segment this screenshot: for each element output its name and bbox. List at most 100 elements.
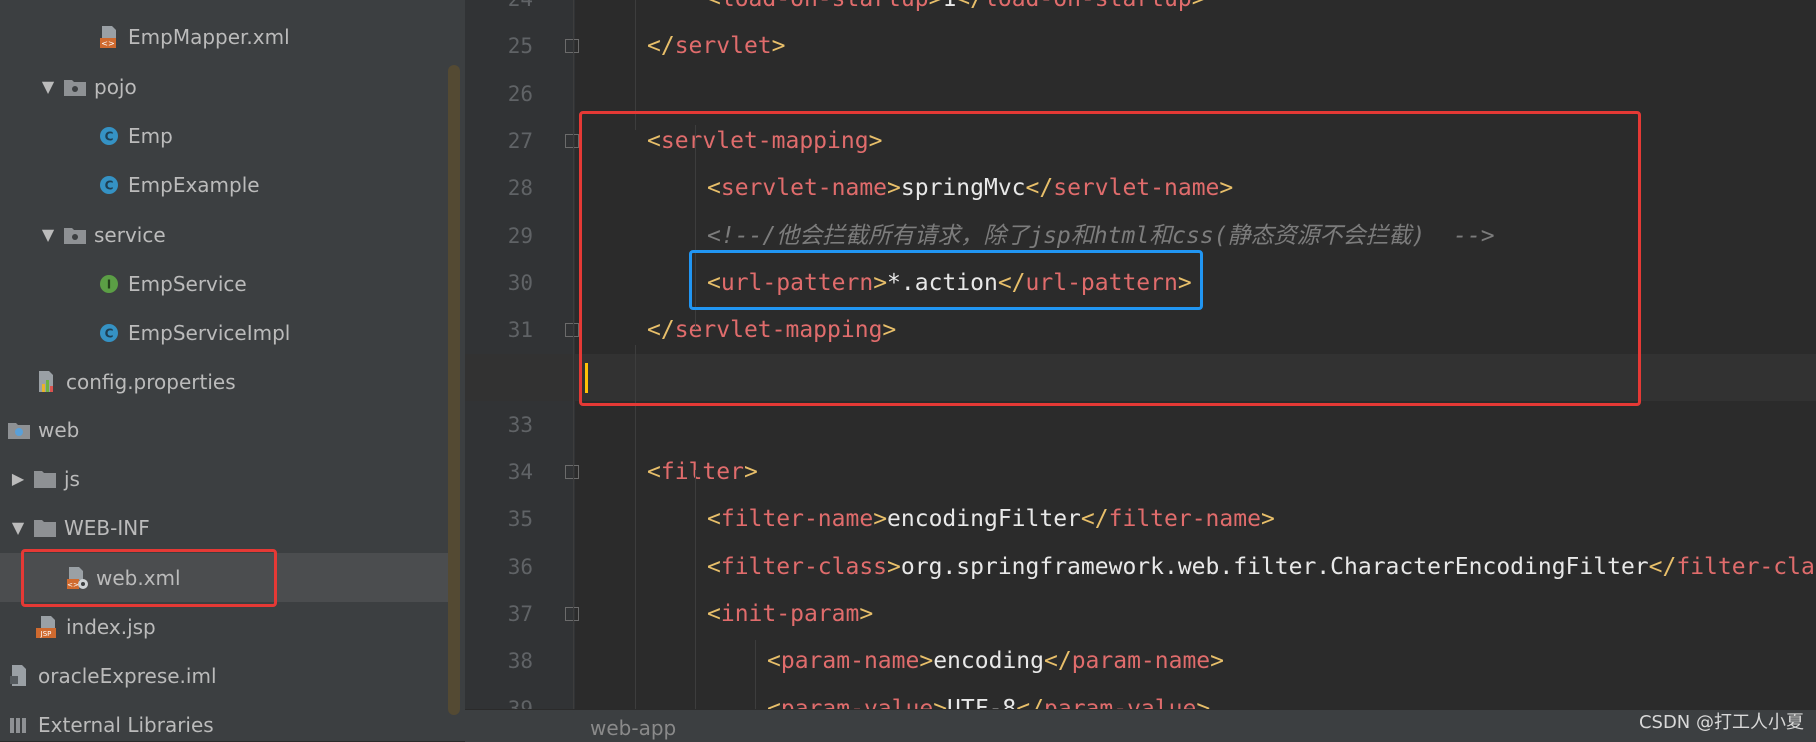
- expanded-arrow-icon[interactable]: ▼: [38, 225, 58, 244]
- tree-item-external-libraries[interactable]: External Libraries: [0, 700, 455, 741]
- xml-text: encodingFilter: [887, 506, 1081, 533]
- folder-icon: [32, 515, 58, 541]
- xml-bracket: >: [929, 0, 943, 12]
- tree-item-web-inf[interactable]: ▼ WEB-INF: [0, 503, 455, 552]
- tree-item-label: WEB-INF: [64, 515, 150, 540]
- xml-bracket: <: [647, 459, 661, 485]
- code-line-37[interactable]: <init-param>: [465, 591, 1816, 638]
- editor-breadcrumb-bar: web-app: [465, 709, 1816, 742]
- svg-text:<>: <>: [101, 39, 114, 48]
- tree-item-label: EmpExample: [128, 172, 260, 197]
- xml-tag-name: servlet: [674, 33, 772, 60]
- code-line-25[interactable]: </servlet>: [465, 23, 1816, 70]
- interface-icon: I: [96, 271, 122, 297]
- tree-item-label: EmpMapper.xml: [128, 24, 290, 49]
- collapsed-arrow-icon[interactable]: ▶: [8, 469, 28, 488]
- xml-bracket: <: [707, 0, 721, 12]
- xml-tag-name: init-param: [720, 600, 860, 627]
- xml-bracket: </: [1648, 553, 1677, 580]
- xml-bracket: >: [887, 553, 901, 580]
- xml-tag-name: filter: [660, 459, 744, 485]
- tree-item-label: config.properties: [66, 369, 236, 394]
- xml-tag-name: param-name: [1071, 648, 1211, 675]
- package-folder-icon: [62, 74, 88, 100]
- xml-tag-name: filter-class: [1676, 553, 1816, 580]
- xml-text: 1: [942, 0, 956, 12]
- tree-item-label: web: [38, 417, 80, 442]
- properties-file-icon: [34, 369, 60, 395]
- xml-bracket: >: [919, 648, 934, 675]
- svg-text:C: C: [105, 129, 114, 143]
- project-tree-panel: <> EmpMapper.xml ▼ pojo C Emp C EmpExample ▼ serv…: [0, 0, 465, 741]
- xml-bracket: >: [771, 33, 786, 60]
- xml-tag-name: filter-name: [720, 506, 874, 533]
- tree-item-label: js: [64, 466, 80, 491]
- xml-tag-name: load-on-startup: [721, 0, 929, 12]
- indent-guide: [695, 470, 696, 741]
- code-line-35[interactable]: <filter-name>encodingFilter</filter-name…: [465, 496, 1816, 543]
- jsp-file-icon: JSP: [34, 614, 60, 640]
- code-line-36[interactable]: <filter-class>org.springframework.web.fi…: [465, 544, 1816, 591]
- tree-item-web[interactable]: web: [0, 405, 455, 454]
- annotation-blue-box-url-pattern: [689, 250, 1203, 310]
- tree-item-empservice[interactable]: I EmpService: [0, 259, 455, 308]
- breadcrumb-web-app[interactable]: web-app: [590, 716, 676, 740]
- tree-item-label: index.jsp: [66, 614, 156, 639]
- xml-bracket: </: [647, 33, 675, 60]
- iml-file-icon: [6, 663, 32, 689]
- tree-item-label: EmpService: [128, 271, 247, 296]
- xml-tag-name: filter-name: [1108, 506, 1261, 533]
- code-line-33[interactable]: [465, 402, 1816, 449]
- package-folder-icon: [62, 222, 88, 248]
- tree-item-label: Emp: [128, 123, 173, 148]
- tree-item-js[interactable]: ▶ js: [0, 454, 455, 503]
- xml-file-icon: <>: [96, 24, 122, 50]
- xml-bracket: <: [707, 600, 721, 627]
- tree-item-empmapper-xml[interactable]: <> EmpMapper.xml: [0, 12, 455, 61]
- xml-tag-name: param-name: [780, 648, 920, 675]
- code-editor[interactable]: 24252627282930313233343536373839 <load-o…: [465, 0, 1816, 741]
- svg-text:I: I: [107, 277, 111, 291]
- annotation-red-box-web-xml: [21, 549, 277, 607]
- tree-item-label: pojo: [94, 74, 137, 99]
- tree-item-label: oracleExprese.iml: [38, 663, 217, 688]
- tree-item-empexample[interactable]: C EmpExample: [0, 160, 455, 209]
- xml-tag-name: filter-class: [720, 553, 888, 580]
- library-icon: [6, 712, 32, 738]
- tree-item-label: EmpServiceImpl: [128, 320, 291, 345]
- xml-text: encoding: [933, 648, 1044, 675]
- xml-bracket: <: [707, 553, 721, 580]
- tree-item-label: External Libraries: [38, 712, 214, 737]
- class-icon: C: [96, 123, 122, 149]
- xml-text: org.springframework.web.filter.Character…: [900, 553, 1649, 580]
- xml-bracket: </: [956, 0, 984, 12]
- code-line-24[interactable]: <load-on-startup>1</load-on-startup>: [465, 0, 1816, 23]
- expanded-arrow-icon[interactable]: ▼: [38, 77, 58, 96]
- xml-bracket: >: [1210, 648, 1225, 675]
- tree-item-service[interactable]: ▼ service: [0, 210, 455, 259]
- expanded-arrow-icon[interactable]: ▼: [8, 518, 28, 537]
- code-line-38[interactable]: <param-name>encoding</param-name>: [465, 638, 1816, 685]
- web-folder-icon: [6, 417, 32, 443]
- xml-tag-name: load-on-startup: [984, 0, 1192, 12]
- tree-item-config-properties[interactable]: config.properties: [0, 357, 455, 406]
- tree-item-oracleexprese-iml[interactable]: oracleExprese.iml: [0, 651, 455, 700]
- class-icon: C: [96, 172, 122, 198]
- svg-text:C: C: [105, 326, 114, 340]
- xml-bracket: <: [767, 648, 781, 675]
- sidebar-scrollbar[interactable]: [448, 65, 460, 715]
- tree-item-label: service: [94, 222, 166, 247]
- code-line-34[interactable]: <filter>: [465, 449, 1816, 496]
- tree-item-index-jsp[interactable]: JSP index.jsp: [0, 602, 455, 651]
- xml-bracket: >: [859, 600, 874, 627]
- xml-bracket: >: [743, 459, 758, 485]
- xml-bracket: >: [1192, 0, 1206, 12]
- tree-item-pojo[interactable]: ▼ pojo: [0, 62, 455, 111]
- tree-item-emp[interactable]: C Emp: [0, 111, 455, 160]
- xml-bracket: </: [1080, 506, 1109, 533]
- tree-item-empserviceimpl[interactable]: C EmpServiceImpl: [0, 308, 455, 357]
- xml-bracket: </: [1043, 648, 1072, 675]
- svg-text:JSP: JSP: [40, 630, 52, 638]
- class-icon: C: [96, 320, 122, 346]
- folder-icon: [32, 466, 58, 492]
